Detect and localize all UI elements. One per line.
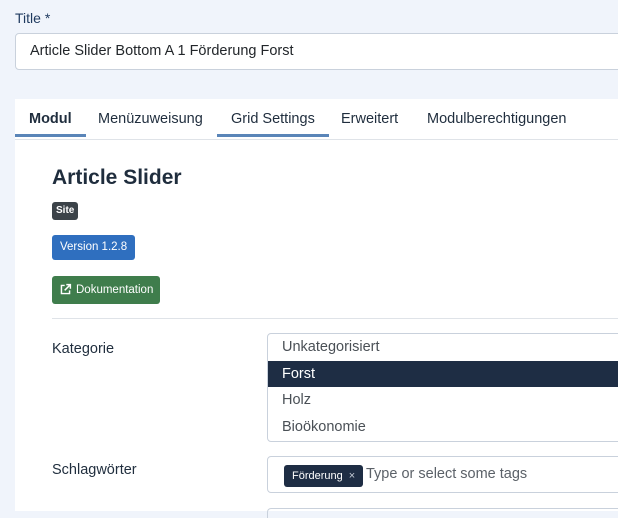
external-link-icon (60, 283, 72, 295)
kategorie-select[interactable]: Unkategorisiert Forst Holz Bioökonomie (267, 333, 618, 442)
kategorie-option[interactable]: Unkategorisiert (268, 334, 618, 361)
documentation-label: Dokumentation (76, 284, 154, 296)
version-button[interactable]: Version 1.2.8 (52, 235, 136, 260)
tab-grid-settings[interactable]: Grid Settings (217, 99, 329, 137)
tag-chip: Förderung × (284, 465, 364, 487)
tab-modul[interactable]: Modul (15, 99, 86, 137)
kategorie-label: Kategorie (52, 341, 115, 357)
tags-input[interactable]: Förderung × Type or select some tags (267, 456, 618, 493)
title-label: Title * (15, 10, 51, 26)
kategorie-option[interactable]: Holz (268, 387, 618, 414)
tab-bar: Modul Menüzuweisung Grid Settings Erweit… (15, 99, 618, 140)
kategorie-option[interactable]: Bioökonomie (268, 414, 618, 441)
kategorie-option-selected[interactable]: Forst (268, 360, 618, 387)
divider (52, 318, 618, 319)
tab-modulberechtigungen[interactable]: Modulberechtigungen (413, 99, 580, 137)
documentation-button[interactable]: Dokumentation (52, 276, 161, 304)
next-field-edge (267, 508, 618, 518)
module-panel: Article Slider Site Version 1.2.8 Dokume… (15, 140, 618, 518)
schlagwoerter-label: Schlagwörter (52, 462, 137, 478)
tag-label: Förderung (292, 470, 343, 482)
tags-placeholder: Type or select some tags (366, 466, 528, 482)
tab-erweitert[interactable]: Erweitert (327, 99, 412, 137)
module-title: Article Slider (52, 166, 182, 189)
tag-remove-icon[interactable]: × (349, 470, 355, 482)
site-badge: Site (52, 202, 79, 220)
tab-menuezuweisung[interactable]: Menüzuweisung (84, 99, 217, 137)
title-input[interactable]: Article Slider Bottom A 1 Förderung Fors… (15, 33, 618, 70)
